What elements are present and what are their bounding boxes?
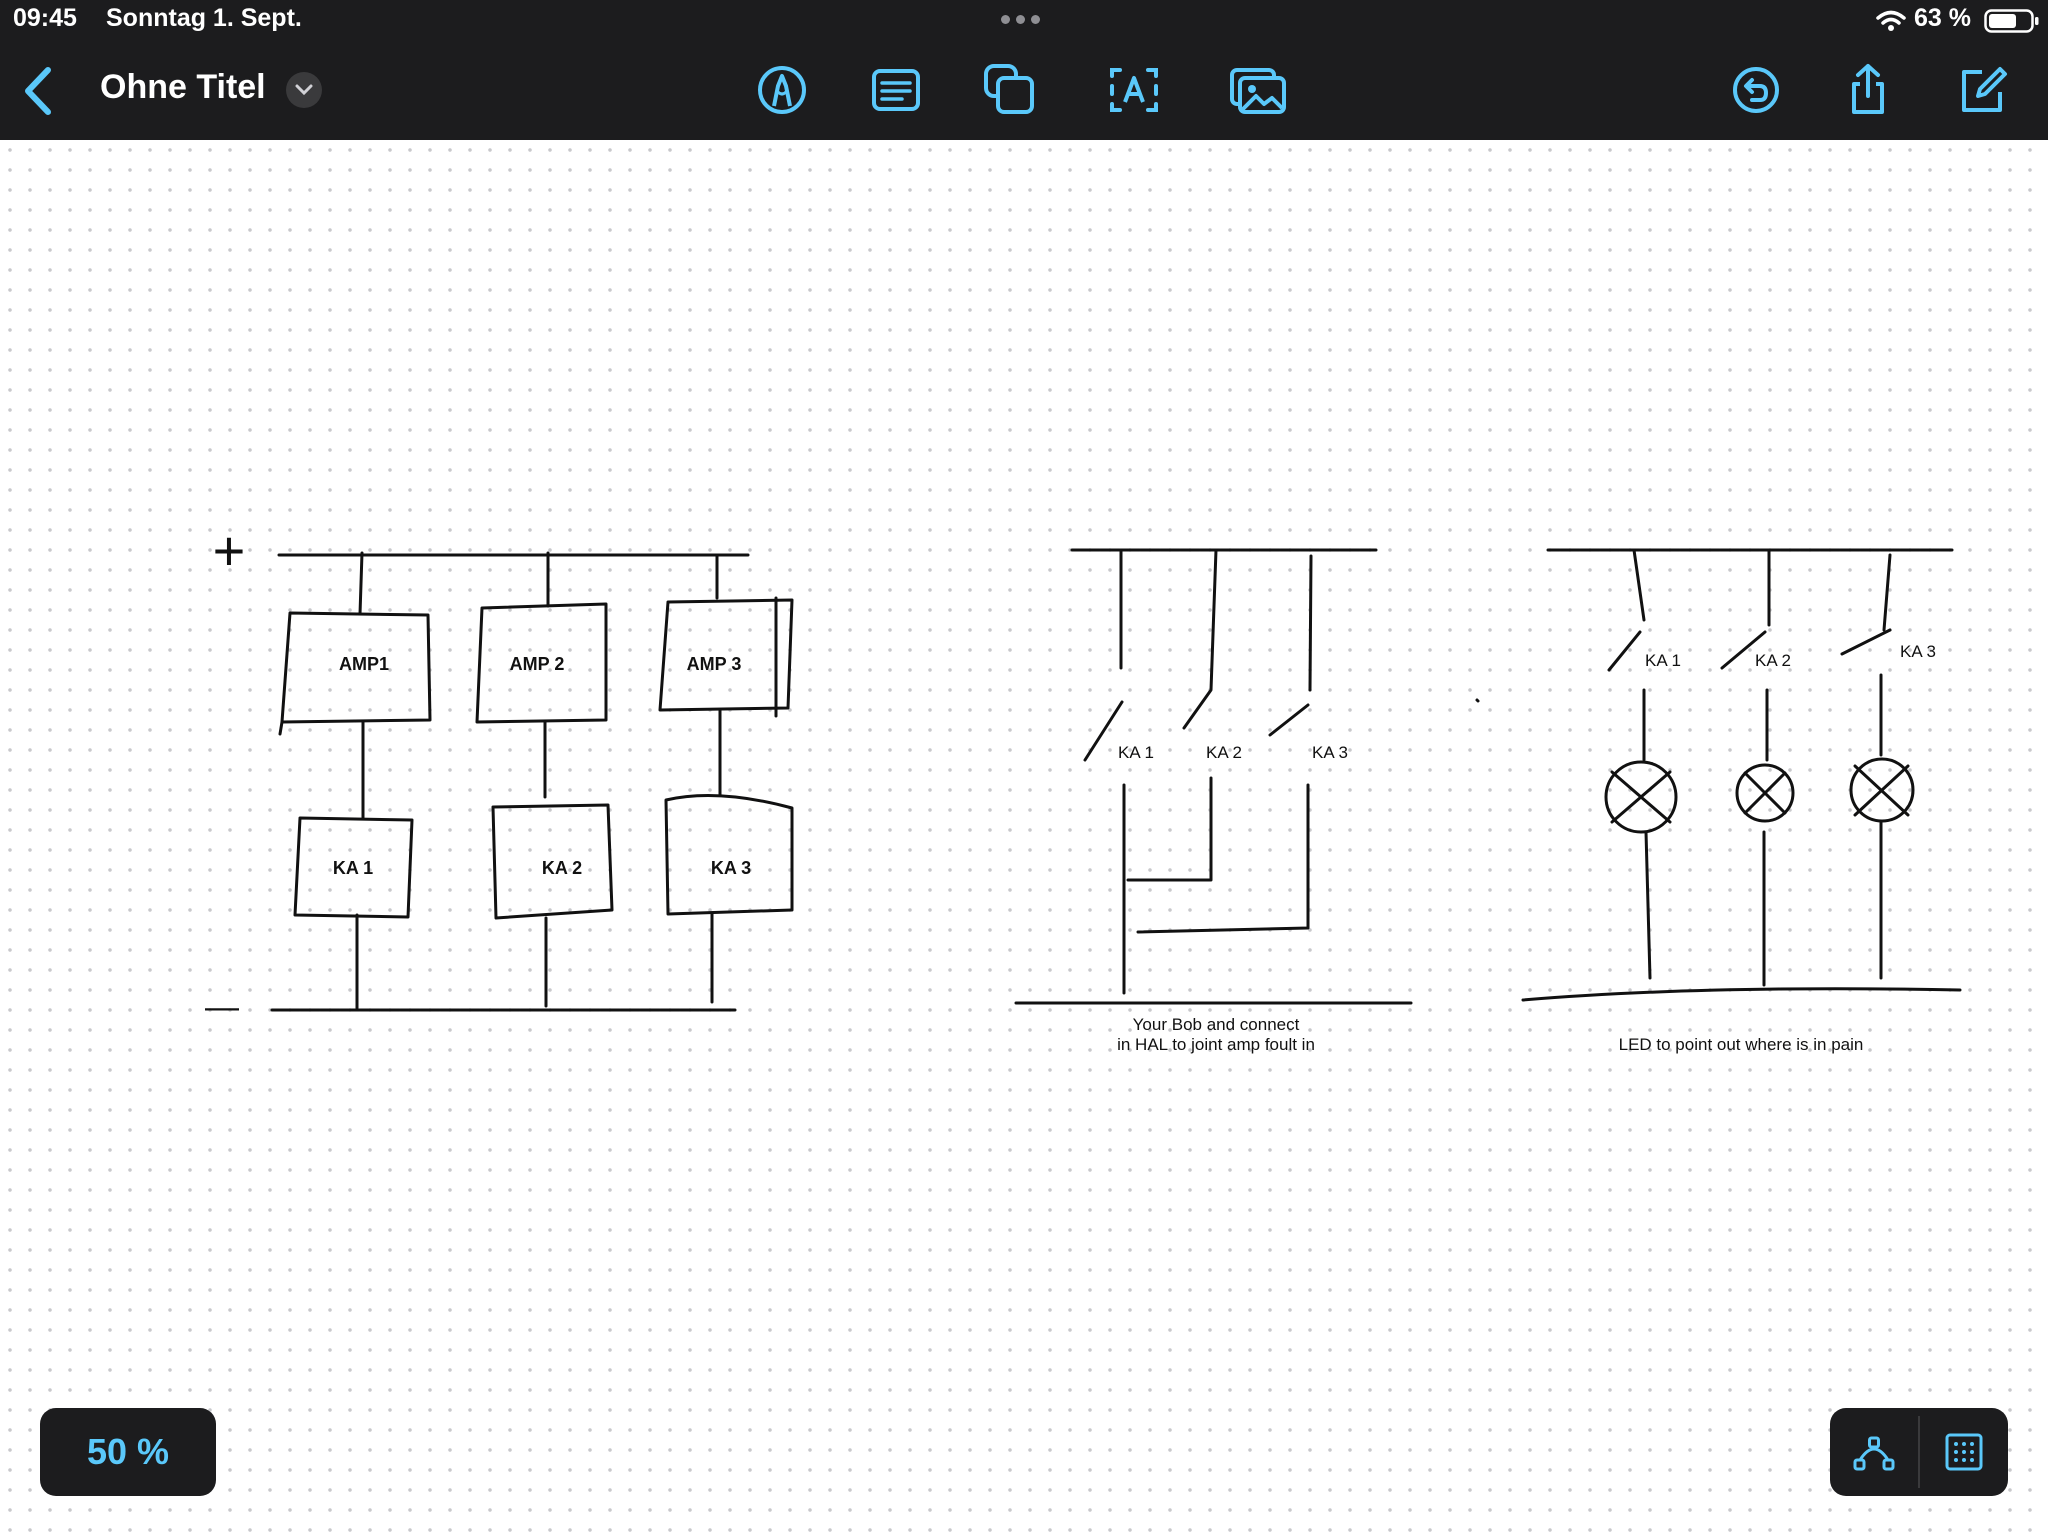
shapes-icon[interactable] — [982, 62, 1038, 118]
share-icon[interactable] — [1840, 62, 1896, 118]
minus-sign: — — [205, 988, 239, 1026]
text-box-icon[interactable] — [868, 62, 924, 118]
multitasking-dots-icon[interactable] — [1001, 15, 1040, 24]
compose-icon[interactable] — [1954, 62, 2010, 118]
back-chevron-icon[interactable] — [18, 66, 58, 116]
title-menu-chevron-icon[interactable] — [286, 72, 322, 108]
grid-toggle-button[interactable] — [1920, 1408, 2008, 1496]
undo-icon[interactable] — [1728, 62, 1784, 118]
photo-icon[interactable] — [1228, 62, 1288, 118]
amp2-label: AMP 2 — [510, 654, 565, 674]
ka3-contact-label: KA 3 — [1312, 743, 1348, 762]
plus-sign: + — [213, 519, 246, 582]
connection-tool-button[interactable] — [1830, 1408, 1918, 1496]
wifi-icon — [1876, 10, 1906, 31]
amp1-label: AMP1 — [339, 654, 389, 674]
zoom-level-button[interactable]: 50 % — [40, 1408, 216, 1496]
led-indicator-drawing — [1521, 548, 1962, 1002]
text-icon[interactable] — [1106, 62, 1162, 118]
amp3-label: AMP 3 — [687, 654, 742, 674]
contact-wiring-drawing — [1014, 548, 1413, 1005]
led-caption: LED to point out where is in pain — [1619, 1035, 1864, 1054]
wiring-caption-line2: in HAL to joint amp foult in — [1117, 1035, 1315, 1054]
ka2-led-label: KA 2 — [1755, 651, 1791, 670]
status-date: Sonntag 1. Sept. — [106, 4, 302, 32]
ka1-block-label: KA 1 — [333, 858, 373, 878]
ka3-block-label: KA 3 — [711, 858, 751, 878]
battery-percentage: 63 % — [1914, 4, 1971, 32]
ka2-block-label: KA 2 — [542, 858, 582, 878]
bottom-toolbar — [1830, 1408, 2008, 1496]
ka1-contact-label: KA 1 — [1118, 743, 1154, 762]
ka1-led-label: KA 1 — [1645, 651, 1681, 670]
zoom-level-label: 50 % — [86, 1431, 170, 1472]
top-bar: 09:45 Sonntag 1. Sept. 63 % Ohne Titel — [0, 0, 2048, 140]
ka3-led-label: KA 3 — [1900, 642, 1936, 661]
grid-icon — [1945, 1433, 1983, 1471]
document-title[interactable]: Ohne Titel — [100, 68, 266, 107]
battery-icon — [1984, 9, 2039, 33]
drawing-canvas[interactable]: + — AMP1 AMP 2 AMP 3 KA 1 KA 2 KA 3 KA 1… — [0, 140, 2048, 1536]
stray-dot — [1475, 698, 1480, 703]
pen-tool-icon[interactable] — [754, 62, 810, 118]
status-time: 09:45 — [13, 4, 77, 32]
ka2-contact-label: KA 2 — [1206, 743, 1242, 762]
lasso-icon — [1853, 1436, 1895, 1471]
amp-relay-drawing: + — — [205, 519, 794, 1026]
wiring-caption-line1: Your Bob and connect — [1133, 1015, 1300, 1034]
